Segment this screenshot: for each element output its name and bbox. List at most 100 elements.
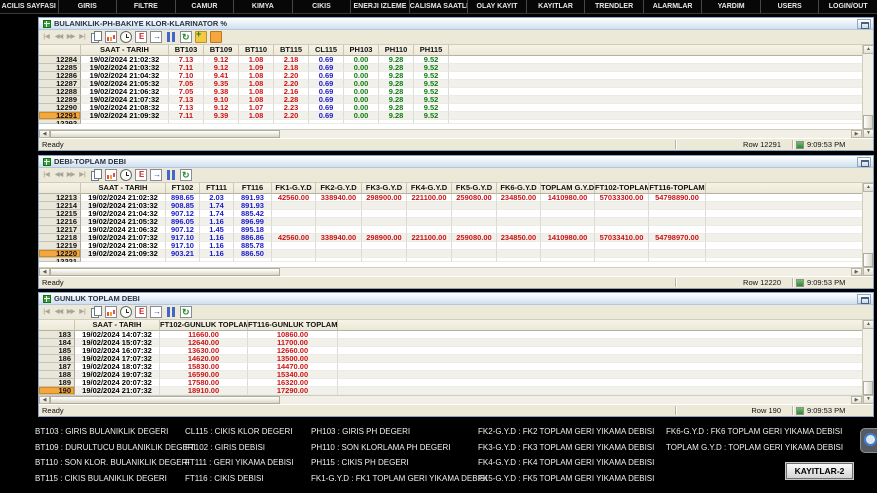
vertical-scrollbar[interactable]: ▲ ▼ (862, 183, 873, 276)
column-header[interactable]: FT111 (200, 183, 234, 194)
column-header[interactable]: BT103 (169, 45, 204, 56)
export-icon[interactable] (150, 31, 162, 43)
menu-item[interactable]: YARDIM (702, 0, 761, 13)
scroll-left-icon[interactable]: ◀ (39, 130, 50, 138)
table-row[interactable]: 18319/02/2024 14:07:3211660.0010860.00 (39, 331, 862, 339)
chart-icon[interactable] (105, 31, 117, 43)
table-row[interactable]: 1222019/02/2024 21:09:32903.211.16886.50 (39, 250, 862, 258)
table-row[interactable]: 18519/02/2024 16:07:3213630.0012660.00 (39, 347, 862, 355)
table-row[interactable]: 18419/02/2024 15:07:3212640.0011700.00 (39, 339, 862, 347)
table-row[interactable]: 1221519/02/2024 21:04:32907.121.74885.42 (39, 210, 862, 218)
report-icon[interactable] (135, 306, 147, 318)
menu-item[interactable]: CAMUR (176, 0, 235, 13)
restore-window-button[interactable] (857, 19, 871, 29)
first-record-icon[interactable] (42, 306, 51, 318)
refresh-icon[interactable] (180, 306, 192, 318)
scroll-up-icon[interactable]: ▲ (863, 320, 873, 329)
scroll-up-icon[interactable]: ▲ (863, 45, 873, 54)
new-folder-icon[interactable] (195, 31, 207, 43)
next-page-icon[interactable] (66, 306, 75, 318)
scroll-right-icon[interactable]: ▶ (851, 396, 862, 404)
scroll-left-icon[interactable]: ◀ (39, 268, 50, 276)
table-row[interactable]: 1221819/02/2024 21:07:32917.101.16886.86… (39, 234, 862, 242)
scrollbar-thumb[interactable] (863, 253, 873, 267)
column-header[interactable]: SAAT - TARIH (81, 183, 166, 194)
column-header[interactable]: FK5-G.Y.D (452, 183, 497, 194)
horizontal-scrollbar[interactable]: ◀ ▶ (39, 395, 862, 404)
menu-item[interactable]: TRENDLER (585, 0, 644, 13)
menu-item[interactable]: FILTRE (117, 0, 176, 13)
column-header[interactable]: TOPLAM G.Y.D (541, 183, 595, 194)
column-header[interactable]: CL115 (309, 45, 344, 56)
column-header[interactable]: BT109 (204, 45, 239, 56)
column-header[interactable]: FT116-TOPLAM (649, 183, 706, 194)
menu-item[interactable]: CIKIS (293, 0, 352, 13)
column-header[interactable]: FT116-GUNLUK TOPLAM (248, 320, 338, 331)
menu-item[interactable]: CALISMA SAATLERI (410, 0, 469, 13)
first-record-icon[interactable] (42, 169, 51, 181)
copy-icon[interactable] (90, 31, 102, 43)
column-header[interactable]: FT102 (166, 183, 200, 194)
scrollbar-thumb[interactable] (863, 115, 873, 129)
menu-item[interactable]: LOGIN/OUT (819, 0, 877, 13)
vertical-scrollbar[interactable]: ▲ ▼ (862, 45, 873, 138)
open-folder-icon[interactable] (210, 31, 222, 43)
export-icon[interactable] (150, 306, 162, 318)
scrollbar-thumb[interactable] (50, 130, 280, 138)
column-header[interactable]: SAAT - TARIH (75, 320, 160, 331)
column-header[interactable]: PH115 (414, 45, 449, 56)
table-row[interactable]: 1221619/02/2024 21:05:32896.051.16896.99 (39, 218, 862, 226)
prev-page-icon[interactable] (54, 169, 63, 181)
clock-icon[interactable] (120, 31, 132, 43)
table-row[interactable]: 1229119/02/2024 21:09:327.119.391.082.20… (39, 112, 862, 120)
kayitlar-2-button[interactable]: KAYITLAR-2 (786, 463, 853, 479)
scroll-down-icon[interactable]: ▼ (863, 129, 873, 138)
scrollbar-thumb[interactable] (863, 381, 873, 395)
last-record-icon[interactable] (78, 169, 87, 181)
horizontal-scrollbar[interactable]: ◀ ▶ (39, 267, 862, 276)
next-page-icon[interactable] (66, 31, 75, 43)
column-header[interactable]: FK4-G.Y.D (407, 183, 452, 194)
scroll-right-icon[interactable]: ▶ (851, 130, 862, 138)
column-header[interactable]: FT102-GUNLUK TOPLAM (160, 320, 248, 331)
table-row[interactable]: 18619/02/2024 17:07:3214620.0013500.00 (39, 355, 862, 363)
scroll-left-icon[interactable]: ◀ (39, 396, 50, 404)
scroll-down-icon[interactable]: ▼ (863, 267, 873, 276)
scroll-down-icon[interactable]: ▼ (863, 395, 873, 404)
column-header[interactable]: PH103 (344, 45, 379, 56)
column-header[interactable]: SAAT - TARIH (81, 45, 169, 56)
column-header[interactable]: BT115 (274, 45, 309, 56)
scrollbar-thumb[interactable] (50, 396, 280, 404)
chart-icon[interactable] (105, 169, 117, 181)
table-row[interactable]: 1228819/02/2024 21:06:327.059.381.082.16… (39, 88, 862, 96)
scroll-up-icon[interactable]: ▲ (863, 183, 873, 192)
menu-item[interactable]: USERS (761, 0, 820, 13)
menu-item[interactable]: KAYITLAR (527, 0, 586, 13)
clock-icon[interactable] (120, 306, 132, 318)
prev-page-icon[interactable] (54, 306, 63, 318)
table-row[interactable]: 19019/02/2024 21:07:3218910.0017290.00 (39, 387, 862, 395)
scrollbar-thumb[interactable] (50, 268, 280, 276)
last-record-icon[interactable] (78, 306, 87, 318)
last-record-icon[interactable] (78, 31, 87, 43)
column-header[interactable]: FK2-G.Y.D (316, 183, 362, 194)
column-header[interactable]: FT102-TOPLAM (595, 183, 649, 194)
restore-window-button[interactable] (857, 157, 871, 167)
table-row[interactable]: 1228519/02/2024 21:03:327.119.121.092.18… (39, 64, 862, 72)
vertical-scrollbar[interactable]: ▲ ▼ (862, 320, 873, 404)
prev-page-icon[interactable] (54, 31, 63, 43)
column-header[interactable]: FK1-G.Y.D (272, 183, 316, 194)
table-row[interactable]: 1228919/02/2024 21:07:327.139.101.082.28… (39, 96, 862, 104)
window-titlebar[interactable]: GUNLUK TOPLAM DEBI (39, 293, 873, 305)
table-row[interactable]: 1221419/02/2024 21:03:32908.851.74891.93 (39, 202, 862, 210)
column-header[interactable]: FK6-G.Y.D (497, 183, 541, 194)
copy-icon[interactable] (90, 169, 102, 181)
menu-item[interactable]: ALARMLAR (644, 0, 703, 13)
menu-item[interactable]: KIMYA (234, 0, 293, 13)
first-record-icon[interactable] (42, 31, 51, 43)
pause-icon[interactable] (165, 31, 177, 43)
clock-icon[interactable] (120, 169, 132, 181)
column-header[interactable]: FT116 (234, 183, 272, 194)
report-icon[interactable] (135, 169, 147, 181)
table-row[interactable]: 1221719/02/2024 21:06:32907.121.45895.18 (39, 226, 862, 234)
